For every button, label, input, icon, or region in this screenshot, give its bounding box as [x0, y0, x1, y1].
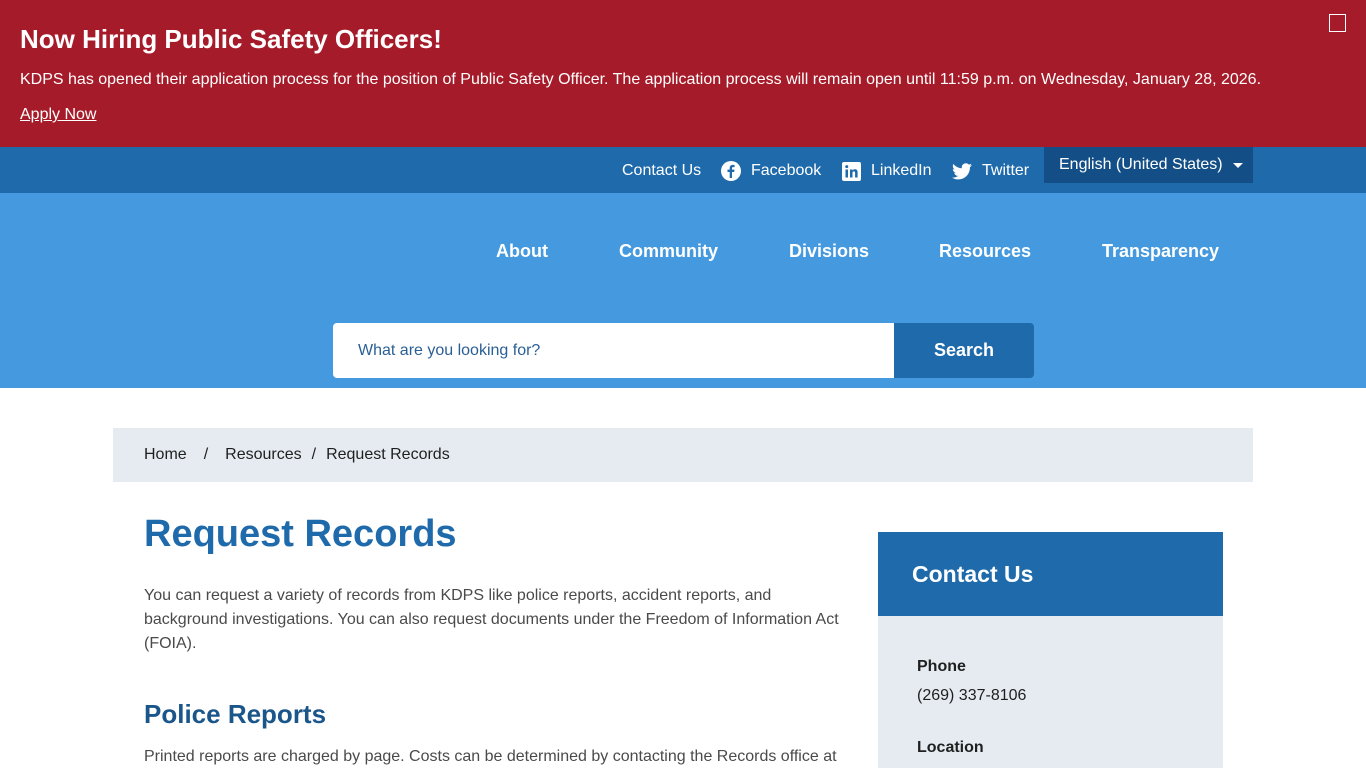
breadcrumb-separator: /	[203, 446, 209, 463]
phone-value[interactable]: (269) 337-8106	[917, 687, 1026, 705]
breadcrumb-separator: /	[311, 446, 317, 463]
nav-item-community[interactable]: Community	[619, 241, 718, 262]
alert-title: Now Hiring Public Safety Officers!	[20, 24, 442, 54]
phone-label: Phone	[917, 658, 966, 675]
main-navigation: About Community Divisions Resources Tran…	[0, 193, 1366, 388]
facebook-icon	[721, 161, 741, 181]
nav-item-resources[interactable]: Resources	[939, 241, 1031, 262]
nav-item-about[interactable]: About	[496, 241, 548, 262]
contact-sidebar-body: Phone (269) 337-8106 Location	[878, 616, 1223, 768]
language-label: English (United States)	[1059, 156, 1223, 173]
breadcrumb-resources[interactable]: Resources	[225, 446, 301, 464]
search-button[interactable]: Search	[894, 323, 1034, 378]
breadcrumb-home[interactable]: Home	[144, 446, 187, 464]
linkedin-link[interactable]: LinkedIn	[842, 160, 932, 182]
twitter-label: Twitter	[982, 162, 1030, 179]
police-reports-paragraph: Printed reports are charged by page. Cos…	[144, 748, 837, 765]
apply-now-link[interactable]: Apply Now	[20, 106, 96, 124]
utility-bar: Contact Us Facebook LinkedIn Twitter Eng…	[0, 147, 1366, 193]
language-selector[interactable]: English (United States)	[1044, 147, 1253, 183]
contact-sidebar-title: Contact Us	[878, 532, 1223, 616]
caret-down-icon	[1232, 162, 1243, 168]
twitter-icon	[952, 162, 972, 179]
linkedin-label: LinkedIn	[871, 162, 932, 179]
contact-us-label: Contact Us	[622, 162, 702, 179]
alert-body: KDPS has opened their application proces…	[20, 71, 1262, 88]
page-title: Request Records	[144, 513, 457, 555]
facebook-link[interactable]: Facebook	[721, 160, 821, 182]
intro-paragraph: You can request a variety of records fro…	[144, 587, 839, 652]
location-label: Location	[917, 739, 984, 756]
search-input[interactable]	[333, 323, 894, 378]
breadcrumb-current: Request Records	[326, 446, 450, 463]
nav-item-divisions[interactable]: Divisions	[789, 241, 869, 262]
close-icon[interactable]	[1329, 14, 1346, 32]
contact-us-link[interactable]: Contact Us	[622, 160, 701, 182]
nav-item-transparency[interactable]: Transparency	[1102, 241, 1219, 262]
breadcrumb: Home / Resources / Request Records	[113, 428, 1253, 482]
linkedin-icon	[842, 161, 861, 181]
hiring-alert-banner: Now Hiring Public Safety Officers! KDPS …	[0, 0, 1366, 147]
facebook-label: Facebook	[751, 162, 822, 179]
police-reports-heading: Police Reports	[144, 699, 327, 729]
twitter-link[interactable]: Twitter	[952, 160, 1029, 182]
